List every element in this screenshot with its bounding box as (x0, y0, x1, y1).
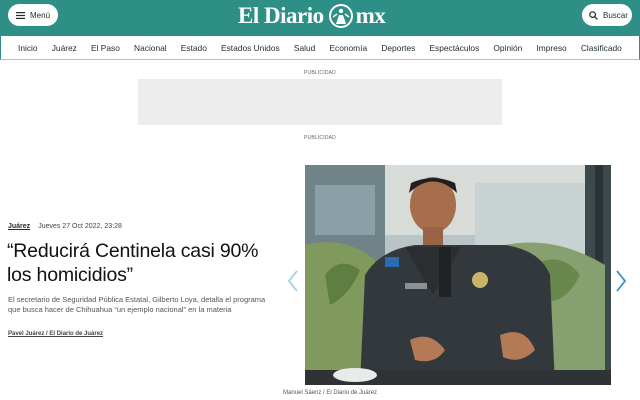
nav-item-el-paso[interactable]: El Paso (91, 43, 120, 53)
nav-item-estado[interactable]: Estado (181, 43, 207, 53)
chevron-right-icon (616, 270, 627, 292)
article-headline[interactable]: “Reducirá Centinela casi 90% los homicid… (7, 239, 277, 287)
nav-item-opinion[interactable]: Opinión (493, 43, 522, 53)
logo-suffix: mx (355, 3, 386, 28)
hamburger-icon (16, 11, 25, 19)
nav-item-estados-unidos[interactable]: Estados Unidos (221, 43, 280, 53)
carousel-next-button[interactable] (614, 268, 628, 294)
photo-caption: Manuel Sáenz / El Diario de Juárez (283, 390, 378, 396)
logo-text: El Diario (238, 3, 324, 28)
site-header: Menú El Diario mx Buscar (0, 0, 640, 36)
article-meta: Juárez Jueves 27 Oct 2022, 23:28 (8, 223, 122, 230)
ad-banner[interactable] (138, 79, 502, 125)
search-label: Buscar (603, 10, 628, 20)
nav-item-clasificado[interactable]: Clasificado (581, 43, 622, 53)
nav-item-juarez[interactable]: Juárez (52, 43, 77, 53)
nav-item-inicio[interactable]: Inicio (18, 43, 38, 53)
menu-button[interactable]: Menú (8, 4, 58, 26)
nav-item-nacional[interactable]: Nacional (134, 43, 167, 53)
carousel-prev-button[interactable] (286, 268, 300, 294)
officer-photo-illustration (305, 165, 611, 385)
main-navigation: Inicio Juárez El Paso Nacional Estado Es… (0, 36, 640, 60)
search-button[interactable]: Buscar (582, 4, 632, 26)
search-icon (589, 10, 598, 20)
site-logo[interactable]: El Diario mx (238, 2, 386, 30)
article-date: Jueves 27 Oct 2022, 23:28 (38, 223, 122, 230)
article-summary: El secretario de Seguridad Pública Estat… (8, 295, 266, 314)
nav-item-economia[interactable]: Economía (329, 43, 367, 53)
nav-item-deportes[interactable]: Deportes (381, 43, 415, 53)
logo-emblem-icon (328, 3, 354, 29)
advertising-label: PUBLICIDAD (303, 70, 336, 76)
advertising-label-bottom: PUBLICIDAD (303, 135, 336, 141)
nav-item-espectaculos[interactable]: Espectáculos (429, 43, 479, 53)
menu-label: Menú (30, 10, 51, 20)
chevron-left-icon (287, 270, 298, 292)
nav-item-salud[interactable]: Salud (294, 43, 315, 53)
nav-item-impreso[interactable]: Impreso (536, 43, 566, 53)
article-byline[interactable]: Pavel Juárez / El Diario de Juárez (8, 331, 103, 337)
article-photo[interactable] (305, 165, 611, 385)
article-section-link[interactable]: Juárez (8, 223, 30, 230)
